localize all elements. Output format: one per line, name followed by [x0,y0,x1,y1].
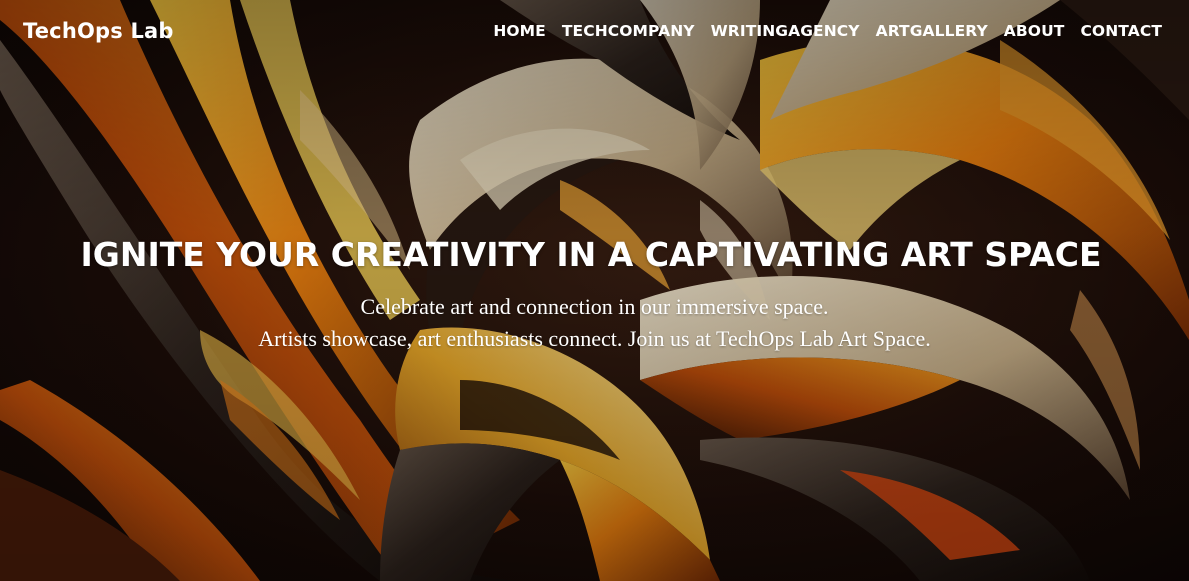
nav-item: TECHCOMPANY [562,22,695,41]
nav-link-writingagency[interactable]: WRITINGAGENCY [711,22,860,40]
hero-subtitle: Celebrate art and connection in our imme… [0,291,1189,355]
hero-section: TechOps Lab HOME TECHCOMPANY WRITINGAGEN… [0,0,1189,581]
nav-item: HOME [493,22,546,41]
nav-menu: HOME TECHCOMPANY WRITINGAGENCY ARTGALLER… [493,22,1162,41]
brand-logo-link[interactable]: TechOps Lab [23,19,174,43]
nav-link-contact[interactable]: CONTACT [1080,22,1162,40]
nav-link-about[interactable]: ABOUT [1004,22,1065,40]
hero-subtitle-line-1: Celebrate art and connection in our imme… [360,294,829,319]
hero-content: IGNITE YOUR CREATIVITY IN A CAPTIVATING … [0,232,1189,355]
nav-item: ABOUT [1004,22,1065,41]
nav-item: WRITINGAGENCY [711,22,860,41]
top-navbar: TechOps Lab HOME TECHCOMPANY WRITINGAGEN… [0,0,1189,62]
hero-subtitle-line-2: Artists showcase, art enthusiasts connec… [258,326,931,351]
nav-link-techcompany[interactable]: TECHCOMPANY [562,22,695,40]
hero-title: IGNITE YOUR CREATIVITY IN A CAPTIVATING … [80,235,1102,274]
nav-link-artgallery[interactable]: ARTGALLERY [876,22,988,40]
nav-item: CONTACT [1080,22,1162,41]
nav-link-home[interactable]: HOME [493,22,546,40]
nav-item: ARTGALLERY [876,22,988,41]
